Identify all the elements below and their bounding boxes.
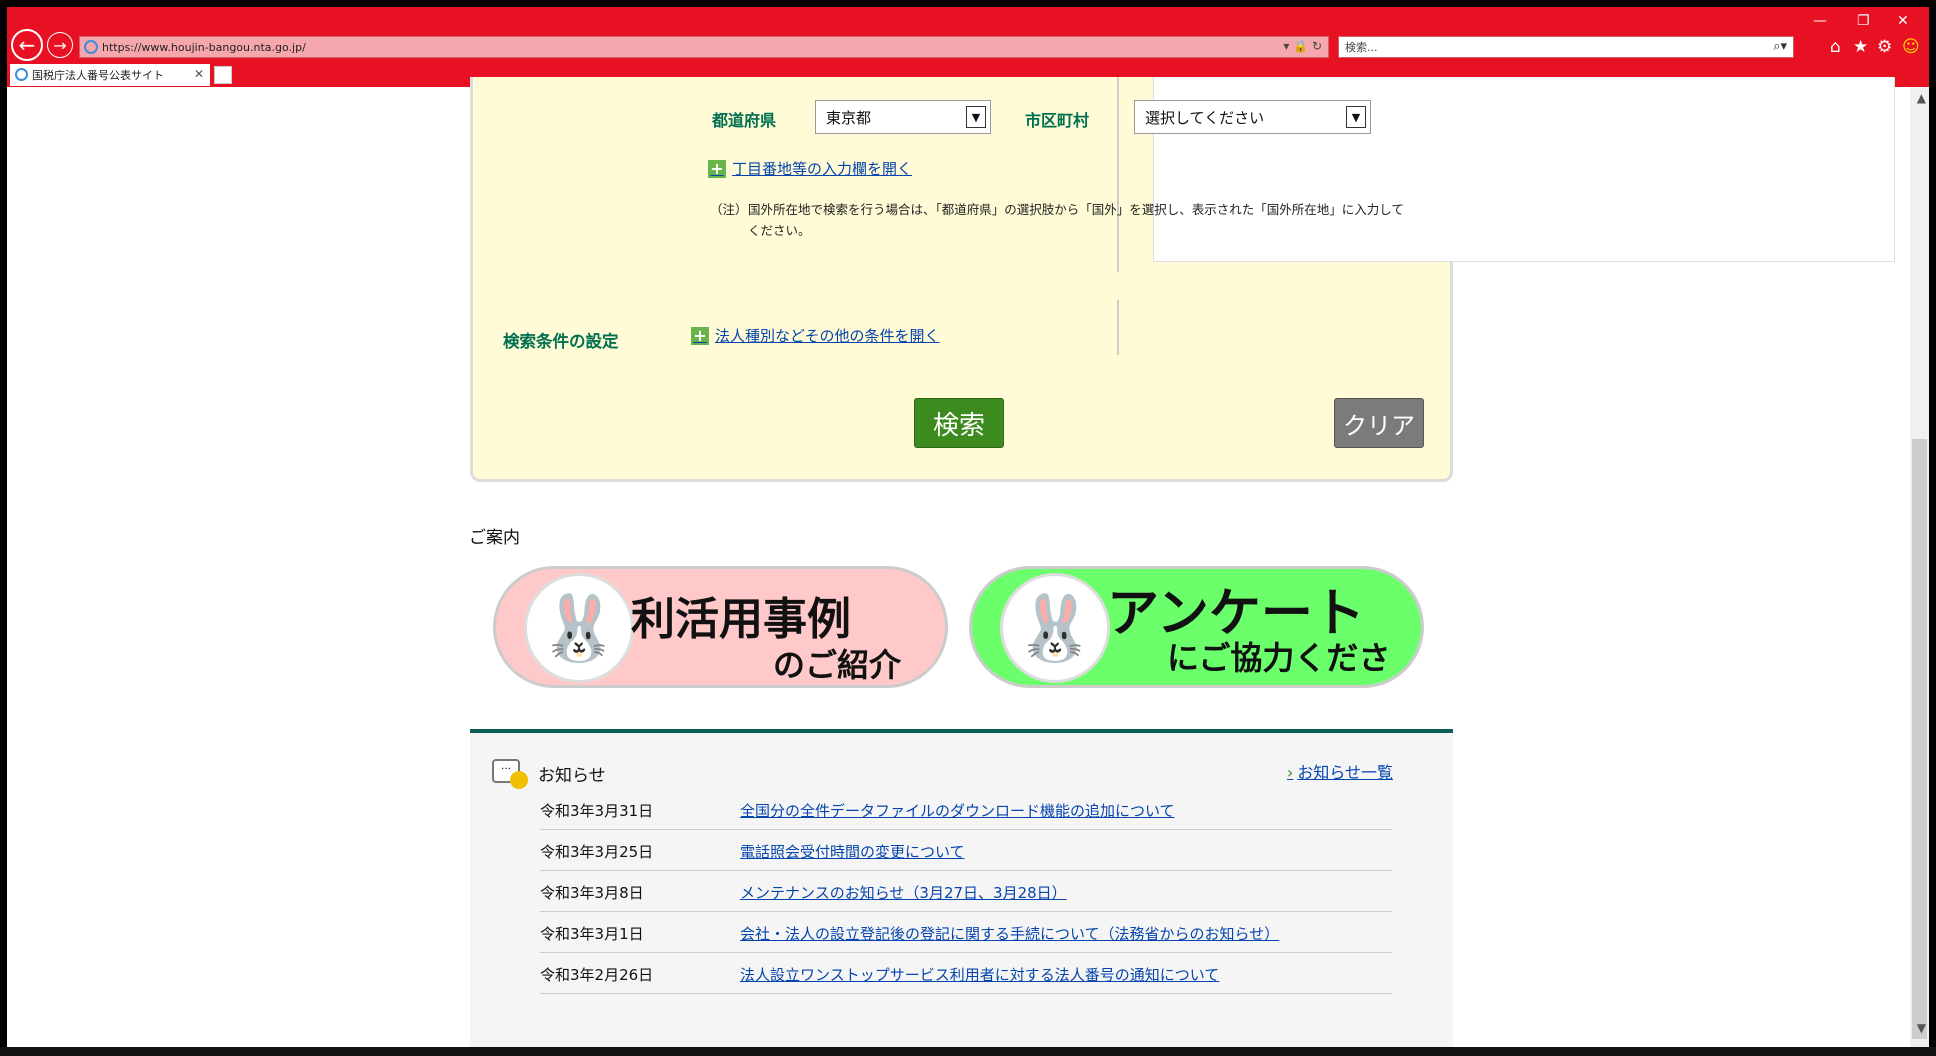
search-placeholder: 検索... bbox=[1345, 41, 1378, 54]
news-date: 令和3年3月1日 bbox=[540, 925, 644, 943]
conditions-link[interactable]: + 法人種別などその他の条件を開く bbox=[691, 325, 940, 346]
plus-icon: + bbox=[708, 159, 726, 178]
news-all-link[interactable]: › お知らせ一覧 bbox=[1287, 759, 1393, 783]
news-row: 令和3年3月1日 会社・法人の設立登記後の登記に関する手続について（法務省からの… bbox=[540, 912, 1392, 953]
search-icon[interactable]: ⌕▾ bbox=[1773, 39, 1787, 54]
new-tab-button[interactable] bbox=[214, 66, 232, 84]
chevron-down-icon[interactable]: ▼ bbox=[1346, 106, 1366, 128]
page-content: 都道府県 東京都 ▼ 市区町村 選択してください ▼ + 丁目番地等の入力欄を開… bbox=[7, 77, 1910, 1047]
news-section: … お知らせ › お知らせ一覧 令和3年3月31日 全国分の全件データファイルのダ… bbox=[470, 729, 1453, 1047]
news-row: 令和3年2月26日 法人設立ワンストップサービス利用者に対する法人番号の通知につ… bbox=[540, 953, 1392, 994]
close-window-icon[interactable]: ✕ bbox=[1897, 13, 1909, 29]
news-link[interactable]: 電話照会受付時間の変更について bbox=[740, 841, 965, 862]
vertical-scrollbar[interactable] bbox=[1910, 87, 1929, 1047]
news-row: 令和3年3月31日 全国分の全件データファイルのダウンロード機能の追加について bbox=[540, 789, 1392, 830]
pref-label: 都道府県 bbox=[712, 111, 777, 130]
news-date: 令和3年3月8日 bbox=[540, 884, 644, 902]
news-date: 令和3年3月31日 bbox=[540, 802, 654, 820]
chevron-down-icon[interactable]: ▼ bbox=[966, 106, 986, 128]
news-link[interactable]: 全国分の全件データファイルのダウンロード機能の追加について bbox=[740, 800, 1175, 821]
news-title: お知らせ bbox=[538, 766, 606, 786]
address-url: https://www.houjin-bangou.nta.go.jp/ bbox=[102, 40, 306, 54]
survey-banner[interactable]: 🐰 アンケート にご協力ください bbox=[969, 566, 1424, 688]
news-date: 令和3年3月25日 bbox=[540, 843, 654, 861]
address-controls-icon[interactable]: ▾ 🔒 ↻ bbox=[1283, 39, 1322, 53]
scroll-down-icon[interactable]: ▼ bbox=[1917, 1021, 1926, 1035]
scrollbar-thumb[interactable] bbox=[1912, 439, 1927, 1039]
news-row: 令和3年3月25日 電話照会受付時間の変更について bbox=[540, 830, 1392, 871]
tab-active[interactable]: 国税庁法人番号公表サイト ✕ bbox=[10, 64, 210, 86]
home-icon[interactable]: ⌂ bbox=[1830, 37, 1841, 57]
pref-select-value: 東京都 bbox=[826, 108, 872, 127]
browser-search-box[interactable]: 検索... ⌕▾ bbox=[1338, 36, 1794, 58]
gear-icon[interactable]: ⚙ bbox=[1877, 37, 1892, 57]
taskbar-strip bbox=[0, 1047, 1936, 1056]
chevron-right-icon: › bbox=[1286, 763, 1294, 782]
close-tab-icon[interactable]: ✕ bbox=[194, 67, 204, 81]
city-select[interactable]: 選択してください ▼ bbox=[1134, 100, 1371, 134]
scroll-up-icon[interactable]: ▲ bbox=[1917, 91, 1926, 105]
city-select-value: 選択してください bbox=[1145, 108, 1265, 127]
browser-window: ← → https://www.houjin-bangou.nta.go.jp/… bbox=[7, 7, 1929, 1047]
divider bbox=[1117, 77, 1119, 272]
browser-chrome: ← → https://www.houjin-bangou.nta.go.jp/… bbox=[7, 7, 1929, 87]
banner2-line2: にご協力ください bbox=[1167, 639, 1391, 677]
ie-page-icon bbox=[84, 40, 98, 54]
restore-icon[interactable]: ❐ bbox=[1857, 13, 1870, 29]
favorites-star-icon[interactable]: ★ bbox=[1853, 37, 1868, 57]
news-all-text: お知らせ一覧 bbox=[1297, 763, 1393, 782]
news-row: 令和3年3月8日 メンテナンスのお知らせ（3月27日、3月28日） bbox=[540, 871, 1392, 912]
back-button[interactable]: ← bbox=[11, 29, 43, 61]
smiley-feedback-icon[interactable]: ☺ bbox=[1902, 37, 1920, 57]
rabbit-mascot-icon: 🐰 bbox=[524, 573, 634, 683]
case-study-banner[interactable]: 🐰 利活用事例 のご紹介 bbox=[493, 566, 948, 688]
address-bar[interactable]: https://www.houjin-bangou.nta.go.jp/ ▾ 🔒… bbox=[79, 36, 1329, 58]
forward-button[interactable]: → bbox=[47, 32, 73, 58]
pref-select[interactable]: 東京都 ▼ bbox=[815, 100, 991, 134]
tab-title: 国税庁法人番号公表サイト bbox=[32, 69, 164, 82]
news-badge-icon bbox=[510, 771, 528, 789]
plus-icon: + bbox=[691, 326, 709, 345]
guide-heading: ご案内 bbox=[469, 528, 520, 548]
rabbit-mascot-icon: 🐰 bbox=[1000, 573, 1110, 683]
news-link[interactable]: メンテナンスのお知らせ（3月27日、3月28日） bbox=[740, 882, 1067, 903]
banner1-line2: のご紹介 bbox=[773, 646, 902, 684]
note-body: 国外所在地で検索を行う場合は、「都道府県」の選択肢から「国外」を選択し、表示され… bbox=[748, 202, 1404, 238]
conditions-label: 検索条件の設定 bbox=[503, 332, 619, 351]
banner1-line1: 利活用事例 bbox=[631, 594, 851, 645]
open-address-text: 丁目番地等の入力欄を開く bbox=[732, 160, 913, 178]
divider bbox=[1117, 300, 1119, 355]
note-head: （注） bbox=[710, 202, 748, 217]
search-button[interactable]: 検索 bbox=[914, 398, 1004, 448]
news-date: 令和3年2月26日 bbox=[540, 966, 654, 984]
news-link[interactable]: 法人設立ワンストップサービス利用者に対する法人番号の通知について bbox=[740, 964, 1219, 985]
minimize-icon[interactable]: — bbox=[1813, 13, 1827, 29]
clear-button[interactable]: クリア bbox=[1334, 398, 1424, 448]
conditions-link-text: 法人種別などその他の条件を開く bbox=[715, 327, 940, 345]
news-link[interactable]: 会社・法人の設立登記後の登記に関する手続について（法務省からのお知らせ） bbox=[740, 923, 1279, 944]
city-label: 市区町村 bbox=[1025, 111, 1090, 130]
open-address-link[interactable]: + 丁目番地等の入力欄を開く bbox=[708, 158, 912, 179]
ie-tab-icon bbox=[15, 68, 28, 81]
